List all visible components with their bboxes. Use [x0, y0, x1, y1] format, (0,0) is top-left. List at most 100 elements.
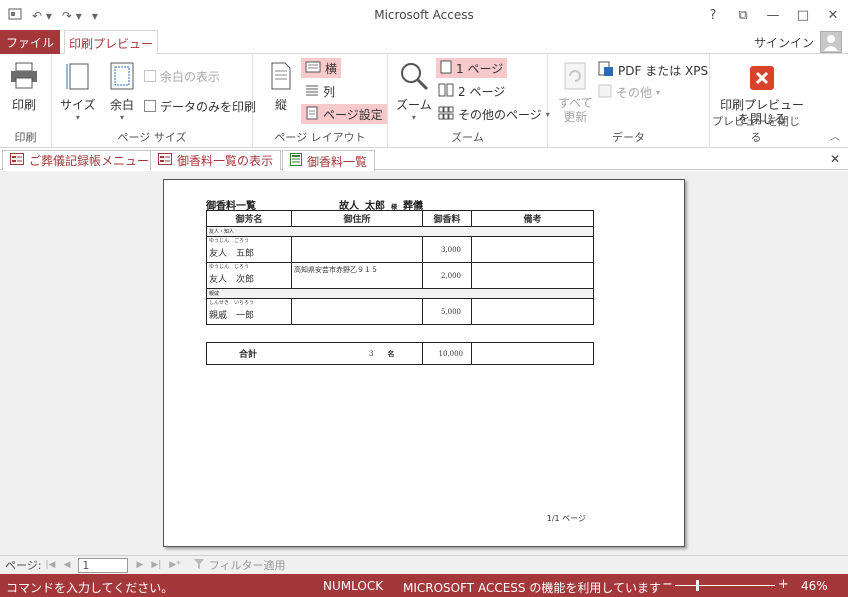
print-button[interactable]: 印刷 — [8, 60, 40, 113]
note-cell — [471, 236, 594, 263]
zoom-group-label: ズーム — [451, 131, 484, 144]
maximize-button[interactable]: □ — [788, 0, 818, 30]
print-preview-area[interactable]: 御香料一覧 故人 太郎 様 葬儀 御芳名 御住所 御香料 備考 友人・知人 ゆう… — [0, 171, 848, 555]
margin-button[interactable]: 余白 ▾ — [106, 60, 138, 122]
close-preview-group: 印刷プレビュー を閉じる プレビューを閉じる — [710, 54, 804, 148]
page-navigation-bar: ページ: |◀ ◀ 1 ▶ ▶| ▶* フィルター適用 — [0, 555, 848, 574]
column-header: 御住所 — [291, 210, 423, 227]
page-layout-group: 縦 横 列 ページ設定 ページ レイアウト — [253, 54, 388, 148]
print-data-only-checkbox[interactable]: データのみを印刷 — [144, 96, 256, 116]
total-amount: 10,000 — [422, 342, 472, 365]
tab-funeral-menu[interactable]: ご葬儀記録帳メニュー — [2, 150, 158, 170]
feature-text: MICROSOFT ACCESS の機能を利用しています — [403, 581, 661, 595]
filter-button[interactable]: フィルター適用 — [193, 557, 285, 573]
show-margin-checkbox[interactable]: 余白の表示 — [144, 66, 220, 86]
page-label: ページ: — [5, 559, 42, 572]
zoom-out-button[interactable]: − — [662, 577, 673, 592]
amount-cell: 3,000 — [422, 236, 472, 263]
title-bar: ↶ ▾ ↷ ▾ ▾ Microsoft Access ? ⧉ — □ ✕ — [0, 0, 848, 30]
first-page-icon[interactable]: |◀ — [46, 560, 56, 570]
page-size-icon — [62, 60, 94, 92]
signin-link[interactable]: サインイン — [754, 34, 814, 51]
zoom-button[interactable]: ズーム ▾ — [396, 60, 432, 122]
size-button[interactable]: サイズ ▾ — [60, 60, 96, 122]
column-header: 御芳名 — [206, 210, 292, 227]
page-layout-group-label: ページ レイアウト — [274, 131, 366, 144]
landscape-button[interactable]: 横 — [301, 58, 342, 78]
address-cell: 高知県安芸市赤野乙９１５ — [291, 262, 423, 289]
next-page-icon[interactable]: ▶ — [136, 560, 143, 570]
avatar[interactable] — [820, 31, 842, 53]
document-tabs: ご葬儀記録帳メニュー 御香料一覧の表示 御香料一覧 ✕ — [0, 148, 848, 171]
new-page-icon[interactable]: ▶* — [169, 560, 180, 570]
minimize-button[interactable]: — — [758, 0, 788, 30]
total-row: 合計 3 名 10,000 — [206, 342, 594, 365]
portrait-icon — [265, 60, 297, 92]
note-cell — [471, 298, 594, 325]
column-header: 備考 — [471, 210, 594, 227]
chevron-down-icon: ▾ — [656, 87, 661, 97]
show-margin-check-icon — [144, 70, 156, 82]
pdf-xps-button[interactable]: PDF または XPS — [598, 60, 708, 80]
page-size-group-label: ページ サイズ — [117, 131, 187, 144]
other-export-button[interactable]: その他 ▾ — [598, 82, 660, 102]
close-document-icon[interactable]: ✕ — [830, 152, 840, 166]
last-page-icon[interactable]: ▶| — [151, 560, 161, 570]
page-setup-button[interactable]: ページ設定 — [301, 104, 387, 124]
page-number: 1/1 ページ — [546, 514, 586, 523]
numlock-indicator: NUMLOCK — [323, 579, 384, 593]
two-pages-icon — [438, 83, 454, 100]
refresh-all-button[interactable]: すべて 更新 — [558, 60, 593, 124]
tab-file[interactable]: ファイル — [0, 30, 60, 54]
previous-page-icon[interactable]: ◀ — [63, 560, 70, 570]
tab-print-preview[interactable]: 印刷プレビュー — [64, 30, 158, 55]
total-count: 3 — [369, 349, 374, 358]
help-button[interactable]: ? — [698, 0, 728, 30]
address-cell — [291, 236, 423, 263]
note-cell — [471, 262, 594, 289]
window-controls: ? ⧉ — □ ✕ — [698, 0, 848, 30]
ribbon-display-options-button[interactable]: ⧉ — [728, 0, 758, 30]
columns-button[interactable]: 列 — [305, 81, 335, 101]
tab-offering-list-report[interactable]: 御香料一覧 — [282, 150, 376, 171]
export-icon — [598, 84, 612, 101]
offering-table: 御芳名 御住所 御香料 備考 友人・知人 ゆうじん ごろう 友人 五郎 3,00… — [206, 210, 594, 325]
zoom-slider-track[interactable] — [675, 585, 775, 586]
close-window-button[interactable]: ✕ — [818, 0, 848, 30]
two-pages-button[interactable]: 2 ページ — [438, 81, 505, 101]
data-group-label: データ — [612, 131, 645, 144]
one-page-button[interactable]: 1 ページ — [436, 58, 508, 78]
portrait-button[interactable]: 縦 — [265, 60, 297, 113]
zoom-slider-thumb[interactable] — [696, 580, 699, 591]
zoom-in-button[interactable]: + — [778, 577, 789, 592]
magnifier-icon — [398, 60, 430, 92]
landscape-icon — [305, 61, 321, 76]
count-unit: 名 — [387, 348, 395, 358]
group-label: 親戚 — [206, 288, 594, 299]
collapse-ribbon-icon[interactable]: ︿ — [830, 128, 840, 143]
address-cell — [291, 298, 423, 325]
print-data-only-check-icon — [144, 100, 156, 112]
zoom-percentage: 46% — [801, 579, 828, 593]
tab-offering-list-view[interactable]: 御香料一覧の表示 — [150, 150, 282, 170]
group-header-row: 親戚 — [206, 288, 594, 299]
report-icon — [290, 153, 302, 169]
refresh-icon — [559, 60, 591, 92]
group-header-row: 友人・知人 — [206, 226, 594, 237]
filter-icon — [193, 558, 205, 573]
name-cell: ゆうじん じろう 友人 次郎 — [206, 262, 292, 289]
more-pages-button[interactable]: その他のページ ▾ — [438, 104, 550, 124]
total-note-cell — [471, 342, 594, 365]
total-label: 合計 — [239, 350, 258, 360]
print-group: 印刷 印刷 — [0, 54, 52, 148]
printer-icon — [8, 60, 40, 92]
status-bar: コマンドを入力してください。 NUMLOCK MICROSOFT ACCESS … — [0, 574, 848, 597]
page-setup-icon — [305, 106, 319, 123]
data-group: すべて 更新 PDF または XPS その他 ▾ データ — [548, 54, 710, 148]
page-number-input[interactable]: 1 — [78, 557, 129, 573]
zoom-group: ズーム ▾ 1 ページ 2 ページ その他のページ ▾ ズーム — [388, 54, 550, 148]
total-label-cell: 合計 3 名 — [206, 342, 423, 365]
margins-icon — [106, 60, 138, 92]
column-header: 御香料 — [422, 210, 472, 227]
form-icon — [10, 153, 24, 168]
